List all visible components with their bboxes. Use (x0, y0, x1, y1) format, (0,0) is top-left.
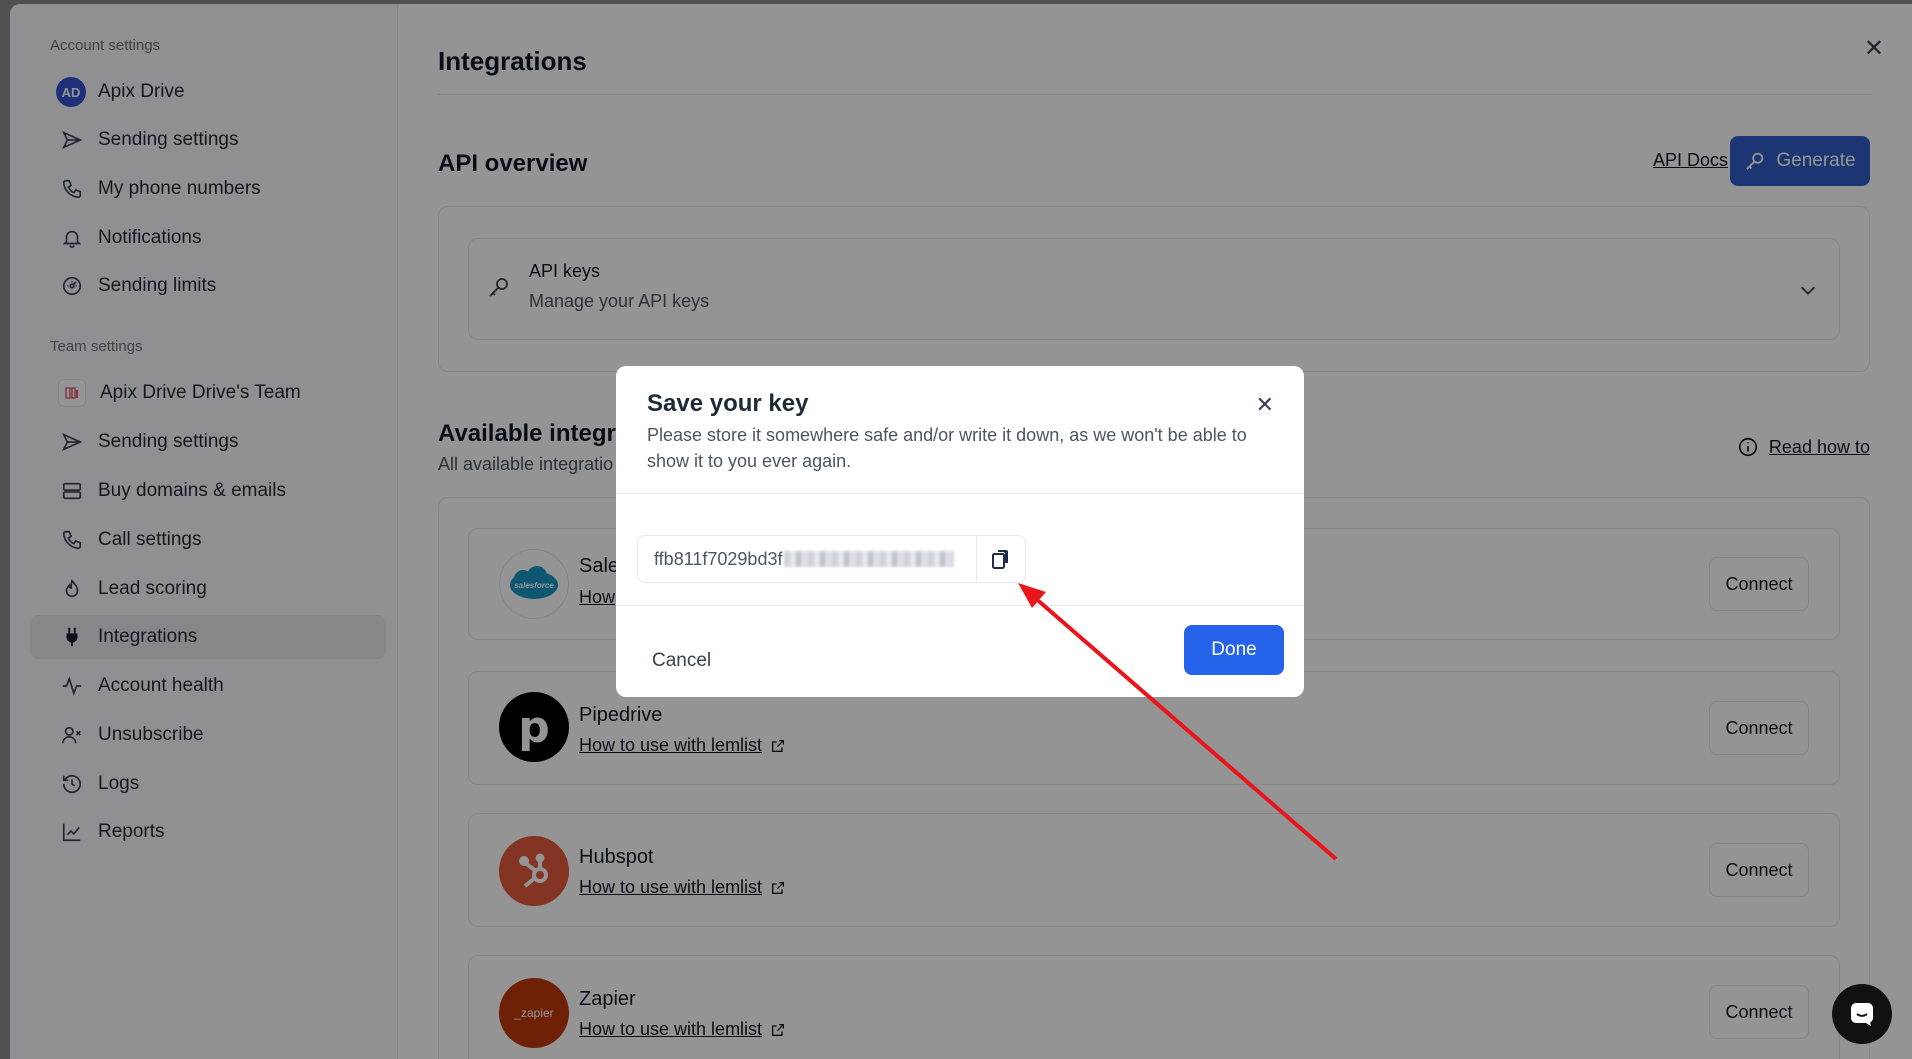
dialog-description: Please store it somewhere safe and/or wr… (647, 425, 1247, 471)
divider (616, 493, 1304, 494)
close-icon[interactable]: ✕ (1256, 392, 1274, 418)
chat-launcher-button[interactable] (1832, 984, 1892, 1044)
copy-icon (992, 550, 1008, 569)
save-key-dialog: Save your key Please store it somewhere … (616, 366, 1304, 697)
cancel-button[interactable]: Cancel (652, 650, 711, 672)
divider (616, 605, 1304, 606)
dialog-title: Save your key (647, 390, 809, 417)
api-key-redacted (784, 551, 955, 567)
copy-button[interactable] (976, 535, 1026, 583)
done-button[interactable]: Done (1184, 625, 1284, 675)
api-key-value: ffb811f7029bd3f (654, 548, 783, 569)
api-key-field[interactable]: ffb811f7029bd3f (637, 535, 977, 583)
chat-icon (1851, 1003, 1873, 1026)
